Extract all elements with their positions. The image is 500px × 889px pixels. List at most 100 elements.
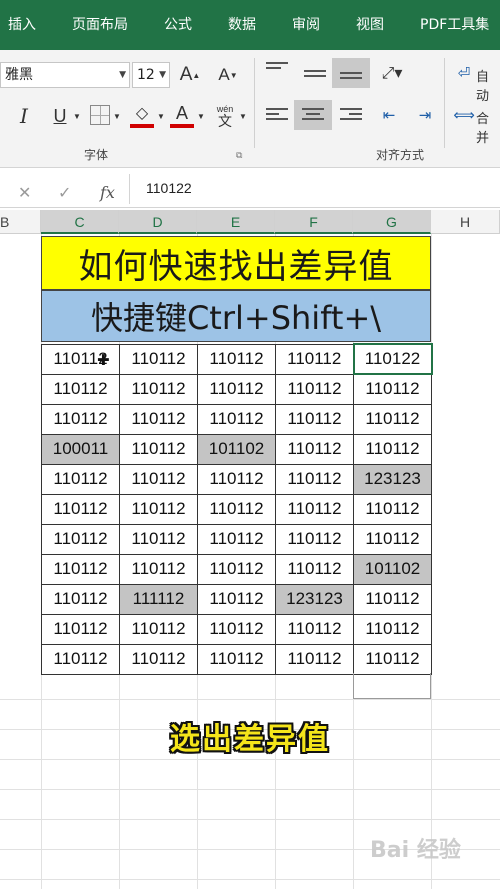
cell-g5[interactable]: 123123 xyxy=(353,463,432,495)
fill-color-icon[interactable]: ◇ xyxy=(130,100,154,126)
cell-f8[interactable]: 110112 xyxy=(275,553,354,585)
align-right-icon[interactable] xyxy=(340,108,362,126)
wrap-text-icon[interactable]: ⏎ xyxy=(452,60,476,86)
cell-c3[interactable]: 110112 xyxy=(41,403,120,435)
sheet-subtitle-cell[interactable]: 快捷键Ctrl+Shift+\ xyxy=(41,290,431,342)
column-header-c[interactable]: C xyxy=(41,210,119,234)
merge-center-icon[interactable]: ⟺ xyxy=(452,102,476,128)
chevron-down-icon[interactable]: ▼ xyxy=(238,102,248,130)
cell-c5[interactable]: 110112 xyxy=(41,463,120,495)
cell-e1[interactable]: 110112 xyxy=(197,343,276,375)
underline-icon[interactable]: U xyxy=(50,102,70,130)
cell-g4[interactable]: 110112 xyxy=(353,433,432,465)
cell-c11[interactable]: 110112 xyxy=(41,643,120,675)
font-color-icon[interactable]: A xyxy=(170,100,194,126)
tab-data[interactable]: 数据 xyxy=(228,0,256,50)
chevron-down-icon[interactable]: ▼ xyxy=(196,102,206,130)
insert-function-icon[interactable]: fx xyxy=(100,183,115,202)
chevron-down-icon[interactable]: ▼ xyxy=(112,102,122,130)
cell-e10[interactable]: 110112 xyxy=(197,613,276,645)
cell-e8[interactable]: 110112 xyxy=(197,553,276,585)
italic-icon[interactable]: I xyxy=(14,102,34,130)
sheet-title-cell[interactable]: 如何快速找出差异值 xyxy=(41,236,431,290)
cell-d10[interactable]: 110112 xyxy=(119,613,198,645)
cell-f3[interactable]: 110112 xyxy=(275,403,354,435)
cell-e7[interactable]: 110112 xyxy=(197,523,276,555)
cell-c10[interactable]: 110112 xyxy=(41,613,120,645)
cell-g6[interactable]: 110112 xyxy=(353,493,432,525)
cell-c8[interactable]: 110112 xyxy=(41,553,120,585)
formula-input[interactable]: 110122 xyxy=(146,180,192,196)
decrease-indent-icon[interactable]: ⇤ xyxy=(376,102,402,128)
align-left-icon[interactable] xyxy=(266,108,288,126)
cell-d5[interactable]: 110112 xyxy=(119,463,198,495)
cell-d7[interactable]: 110112 xyxy=(119,523,198,555)
cell-f9[interactable]: 123123 xyxy=(275,583,354,615)
cell-f6[interactable]: 110112 xyxy=(275,493,354,525)
cell-d9[interactable]: 111112 xyxy=(119,583,198,615)
cell-e11[interactable]: 110112 xyxy=(197,643,276,675)
cell-e3[interactable]: 110112 xyxy=(197,403,276,435)
align-bottom-button[interactable] xyxy=(332,58,370,88)
cell-g8[interactable]: 101102 xyxy=(353,553,432,585)
cell-g3[interactable]: 110112 xyxy=(353,403,432,435)
enter-check-icon[interactable]: ✓ xyxy=(58,183,71,203)
cell-c6[interactable]: 110112 xyxy=(41,493,120,525)
cell-c2[interactable]: 110112 xyxy=(41,373,120,405)
column-header-b[interactable]: B xyxy=(0,210,41,234)
cell-g11[interactable]: 110112 xyxy=(353,643,432,675)
cell-f7[interactable]: 110112 xyxy=(275,523,354,555)
tab-review[interactable]: 审阅 xyxy=(292,0,320,50)
cell-e5[interactable]: 110112 xyxy=(197,463,276,495)
cell-d4[interactable]: 110112 xyxy=(119,433,198,465)
dialog-launcher-icon[interactable]: ⧉ xyxy=(236,150,242,161)
tab-page-layout[interactable]: 页面布局 xyxy=(72,0,128,50)
cell-f2[interactable]: 110112 xyxy=(275,373,354,405)
align-middle-icon[interactable] xyxy=(304,70,326,88)
cell-e4[interactable]: 101102 xyxy=(197,433,276,465)
cell-e6[interactable]: 110112 xyxy=(197,493,276,525)
tab-view[interactable]: 视图 xyxy=(356,0,384,50)
column-header-e[interactable]: E xyxy=(197,210,275,234)
cell-f5[interactable]: 110112 xyxy=(275,463,354,495)
cell-g9[interactable]: 110112 xyxy=(353,583,432,615)
cell-f4[interactable]: 110112 xyxy=(275,433,354,465)
tab-formulas[interactable]: 公式 xyxy=(164,0,192,50)
align-top-icon[interactable] xyxy=(266,62,288,80)
cell-f11[interactable]: 110112 xyxy=(275,643,354,675)
cell-g7[interactable]: 110112 xyxy=(353,523,432,555)
cell-f1[interactable]: 110112 xyxy=(275,343,354,375)
cell-g10[interactable]: 110112 xyxy=(353,613,432,645)
cell-d6[interactable]: 110112 xyxy=(119,493,198,525)
tab-pdf-tools[interactable]: PDF工具集 xyxy=(420,0,489,50)
cell-d3[interactable]: 110112 xyxy=(119,403,198,435)
cancel-icon[interactable]: ✕ xyxy=(18,183,31,203)
increase-indent-icon[interactable]: ⇥ xyxy=(412,102,438,128)
align-center-button[interactable] xyxy=(294,100,332,130)
cell-f10[interactable]: 110112 xyxy=(275,613,354,645)
cell-c4[interactable]: 100011 xyxy=(41,433,120,465)
decrease-font-size-icon[interactable]: A ▼ xyxy=(216,62,240,88)
phonetic-guide-icon[interactable]: wén 文 xyxy=(212,98,238,132)
orientation-icon[interactable]: ⤢▾ xyxy=(374,60,410,86)
chevron-down-icon[interactable]: ▼ xyxy=(72,102,82,130)
cell-d1[interactable]: 110112 xyxy=(119,343,198,375)
chevron-down-icon[interactable]: ▼ xyxy=(156,102,166,130)
cell-d11[interactable]: 110112 xyxy=(119,643,198,675)
column-header-g[interactable]: G xyxy=(353,210,431,234)
tab-insert[interactable]: 插入 xyxy=(8,0,36,50)
borders-icon[interactable] xyxy=(90,105,110,125)
wrap-text-label[interactable]: 自动 xyxy=(476,66,500,104)
cell-d8[interactable]: 110112 xyxy=(119,553,198,585)
merge-center-label[interactable]: 合并 xyxy=(476,108,500,146)
column-header-d[interactable]: D xyxy=(119,210,197,234)
font-name-select[interactable]: 雅黑 ▼ xyxy=(0,62,130,88)
cell-e9[interactable]: 110112 xyxy=(197,583,276,615)
column-header-h[interactable]: H xyxy=(431,210,500,234)
cell-g2[interactable]: 110112 xyxy=(353,373,432,405)
cell-d2[interactable]: 110112 xyxy=(119,373,198,405)
column-header-f[interactable]: F xyxy=(275,210,353,234)
increase-font-size-icon[interactable]: A ▲ xyxy=(178,62,202,88)
cell-c7[interactable]: 110112 xyxy=(41,523,120,555)
font-size-select[interactable]: 12 ▼ xyxy=(132,62,170,88)
